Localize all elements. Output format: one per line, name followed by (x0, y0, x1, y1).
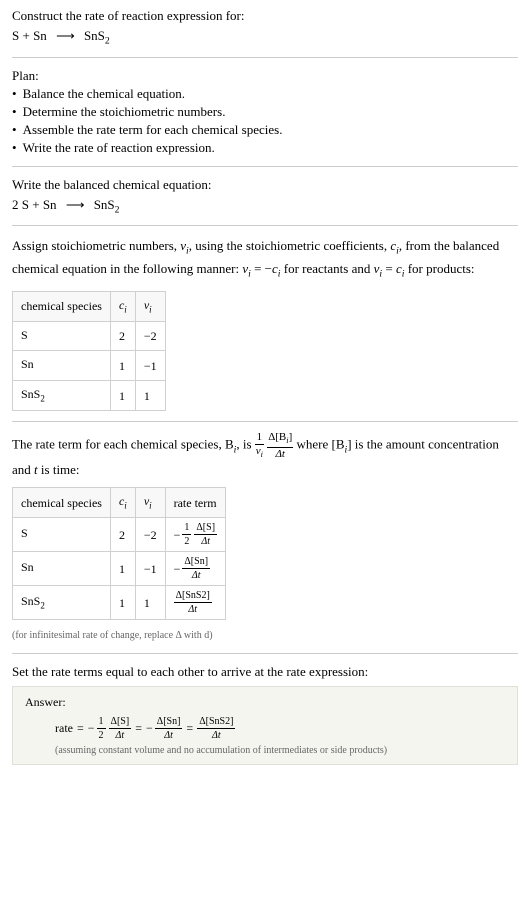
answer-note: (assuming constant volume and no accumul… (55, 745, 505, 756)
bullet-icon: • (12, 140, 17, 156)
col-c: ci (110, 488, 135, 518)
answer-label: Answer: (25, 695, 505, 710)
frac-one-nu: 1 νi (255, 432, 264, 459)
species-s: S (22, 197, 29, 212)
stoich-table: chemical species ci νi S 2 −2 Sn 1 −1 Sn… (12, 291, 166, 412)
species-sn: Sn (43, 197, 57, 212)
balanced-equation: 2 S + Sn ⟶ SnS2 (12, 197, 518, 216)
divider (12, 166, 518, 167)
reaction-arrow: ⟶ (66, 197, 85, 212)
table-header-row: chemical species ci νi rate term (13, 488, 226, 518)
species-sns2: SnS2 (84, 28, 110, 43)
rate-expression: rate = − 12 Δ[S]Δt = − Δ[Sn]Δt = Δ[SnS2]… (55, 716, 505, 741)
bullet-icon: • (12, 122, 17, 138)
divider (12, 653, 518, 654)
rate-cell: − Δ[Sn]Δt (174, 556, 210, 581)
divider (12, 225, 518, 226)
species-sn: Sn (33, 28, 47, 43)
intro-text: Construct the rate of reaction expressio… (12, 8, 518, 24)
table-row: Sn 1 −1 − Δ[Sn]Δt (13, 552, 226, 586)
table-header-row: chemical species ci νi (13, 291, 166, 321)
intro-section: Construct the rate of reaction expressio… (12, 8, 518, 47)
plan-section: Plan: •Balance the chemical equation. •D… (12, 68, 518, 156)
col-species: chemical species (13, 291, 111, 321)
coef: 2 (12, 197, 19, 212)
species-s: S (12, 28, 19, 43)
col-nu: νi (135, 488, 165, 518)
frac-dbdt: Δ[Bi] Δt (267, 432, 293, 459)
final-section: Set the rate terms equal to each other t… (12, 664, 518, 765)
rateterm-section: The rate term for each chemical species,… (12, 432, 518, 643)
col-c: ci (110, 291, 135, 321)
species-sns2: SnS2 (94, 197, 120, 212)
table-row: S 2 −2 (13, 321, 166, 351)
table-row: Sn 1 −1 (13, 351, 166, 381)
rateterm-table: chemical species ci νi rate term S 2 −2 … (12, 487, 226, 620)
plan-item: •Determine the stoichiometric numbers. (12, 104, 518, 120)
bullet-icon: • (12, 86, 17, 102)
rate-cell: Δ[SnS2]Δt (174, 590, 212, 615)
col-species: chemical species (13, 488, 111, 518)
plus-sign: + (32, 197, 43, 212)
balanced-section: Write the balanced chemical equation: 2 … (12, 177, 518, 216)
answer-box: Answer: rate = − 12 Δ[S]Δt = − Δ[Sn]Δt =… (12, 686, 518, 765)
bullet-icon: • (12, 104, 17, 120)
infinitesimal-note: (for infinitesimal rate of change, repla… (12, 628, 518, 643)
plan-item: •Balance the chemical equation. (12, 86, 518, 102)
table-row: SnS2 1 1 (13, 381, 166, 411)
rate-cell: − 12 Δ[S]Δt (174, 522, 217, 547)
col-rate: rate term (165, 488, 225, 518)
table-row: S 2 −2 − 12 Δ[S]Δt (13, 518, 226, 552)
table-row: SnS2 1 1 Δ[SnS2]Δt (13, 586, 226, 620)
plan-item: •Write the rate of reaction expression. (12, 140, 518, 156)
unbalanced-equation: S + Sn ⟶ SnS2 (12, 28, 518, 47)
plan-title: Plan: (12, 68, 518, 84)
balanced-title: Write the balanced chemical equation: (12, 177, 518, 193)
reaction-arrow: ⟶ (56, 28, 75, 43)
plan-item: •Assemble the rate term for each chemica… (12, 122, 518, 138)
stoich-section: Assign stoichiometric numbers, νi, using… (12, 236, 518, 411)
final-title: Set the rate terms equal to each other t… (12, 664, 518, 680)
divider (12, 57, 518, 58)
col-nu: νi (135, 291, 165, 321)
rate-formula: 1 νi Δ[Bi] Δt (255, 432, 293, 459)
divider (12, 421, 518, 422)
plus-sign: + (22, 28, 33, 43)
